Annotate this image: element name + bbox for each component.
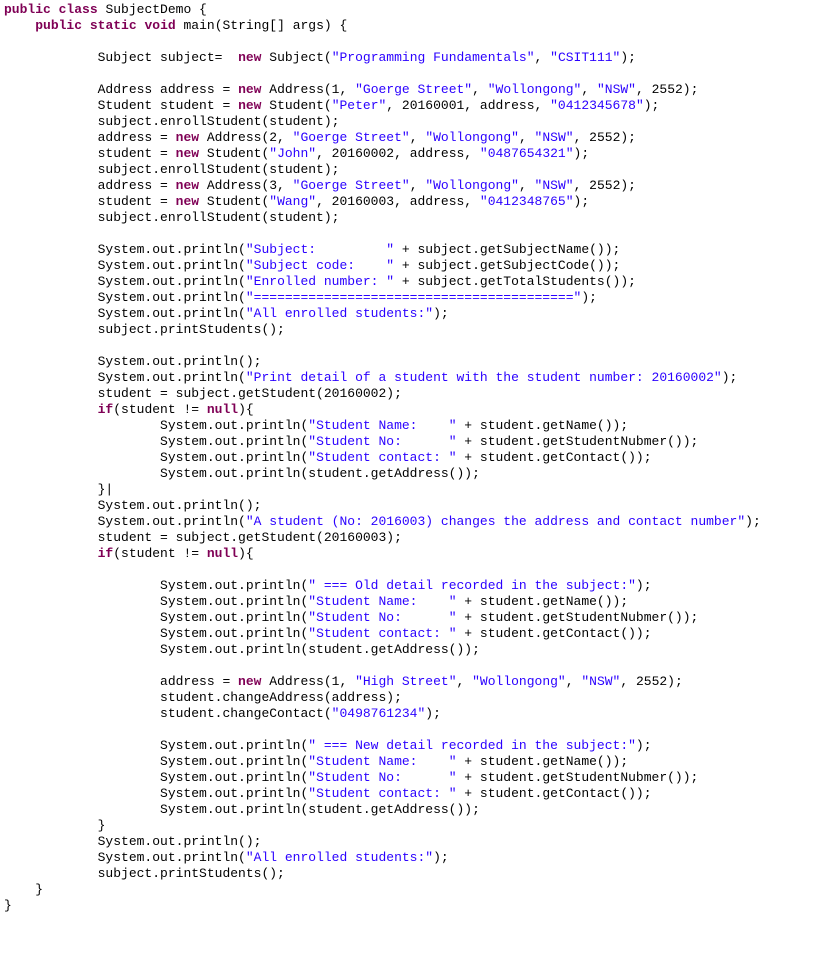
code-line: System.out.println("====================… [98,290,597,305]
code-line: subject.enrollStudent(student); [98,162,340,177]
code-line: subject.enrollStudent(student); [98,210,340,225]
code-line: student = subject.getStudent(20160003); [98,530,402,545]
code-line: } [35,882,43,897]
code-line: Student student = new Student("Peter", 2… [98,98,660,113]
code-line: student.changeAddress(address); [160,690,402,705]
code-line: System.out.println("Student Name: " + st… [160,754,628,769]
code-line: student = new Student("John", 20160002, … [98,146,590,161]
code-line: System.out.println(student.getAddress())… [160,802,480,817]
code-line: System.out.println(); [98,834,262,849]
code-line: subject.printStudents(); [98,866,285,881]
code-line: Address address = new Address(1, "Goerge… [98,82,699,97]
code-line: if(student != null){ [98,402,254,417]
code-line: System.out.println("Student No: " + stud… [160,610,698,625]
code-line: System.out.println("Student contact: " +… [160,450,652,465]
code-line: System.out.println("A student (No: 20160… [98,514,761,529]
code-line: System.out.println("Enrolled number: " +… [98,274,636,289]
code-line: student = subject.getStudent(20160002); [98,386,402,401]
code-line: Subject subject= new Subject("Programmin… [98,50,636,65]
code-line: System.out.println(student.getAddress())… [160,642,480,657]
code-block: public class SubjectDemo { public static… [0,0,825,916]
code-line: }| [98,482,114,497]
code-line: public class SubjectDemo { [4,2,207,17]
code-line: System.out.println("Student No: " + stud… [160,770,698,785]
code-line: System.out.println("Student contact: " +… [160,626,652,641]
code-line: public static void main(String[] args) { [35,18,347,33]
code-line: address = new Address(2, "Goerge Street"… [98,130,636,145]
code-line: subject.enrollStudent(student); [98,114,340,129]
code-line: System.out.println(); [98,498,262,513]
code-line: address = new Address(1, "High Street", … [160,674,683,689]
code-line: System.out.println("All enrolled student… [98,850,449,865]
code-line: address = new Address(3, "Goerge Street"… [98,178,636,193]
code-line: subject.printStudents(); [98,322,285,337]
code-line: System.out.println(" === Old detail reco… [160,578,652,593]
code-line: System.out.println("Student No: " + stud… [160,434,698,449]
code-line: System.out.println("All enrolled student… [98,306,449,321]
code-line: System.out.println(); [98,354,262,369]
code-line: } [98,818,106,833]
code-line: student = new Student("Wang", 20160003, … [98,194,590,209]
code-line: } [4,898,12,913]
code-line: System.out.println("Student Name: " + st… [160,418,628,433]
code-line: System.out.println("Subject: " + subject… [98,242,621,257]
code-line: System.out.println("Print detail of a st… [98,370,738,385]
code-line: System.out.println(" === New detail reco… [160,738,652,753]
code-line: System.out.println(student.getAddress())… [160,466,480,481]
code-line: student.changeContact("0498761234"); [160,706,441,721]
code-line: System.out.println("Student Name: " + st… [160,594,628,609]
code-line: System.out.println("Student contact: " +… [160,786,652,801]
code-line: System.out.println("Subject code: " + su… [98,258,621,273]
code-line: if(student != null){ [98,546,254,561]
